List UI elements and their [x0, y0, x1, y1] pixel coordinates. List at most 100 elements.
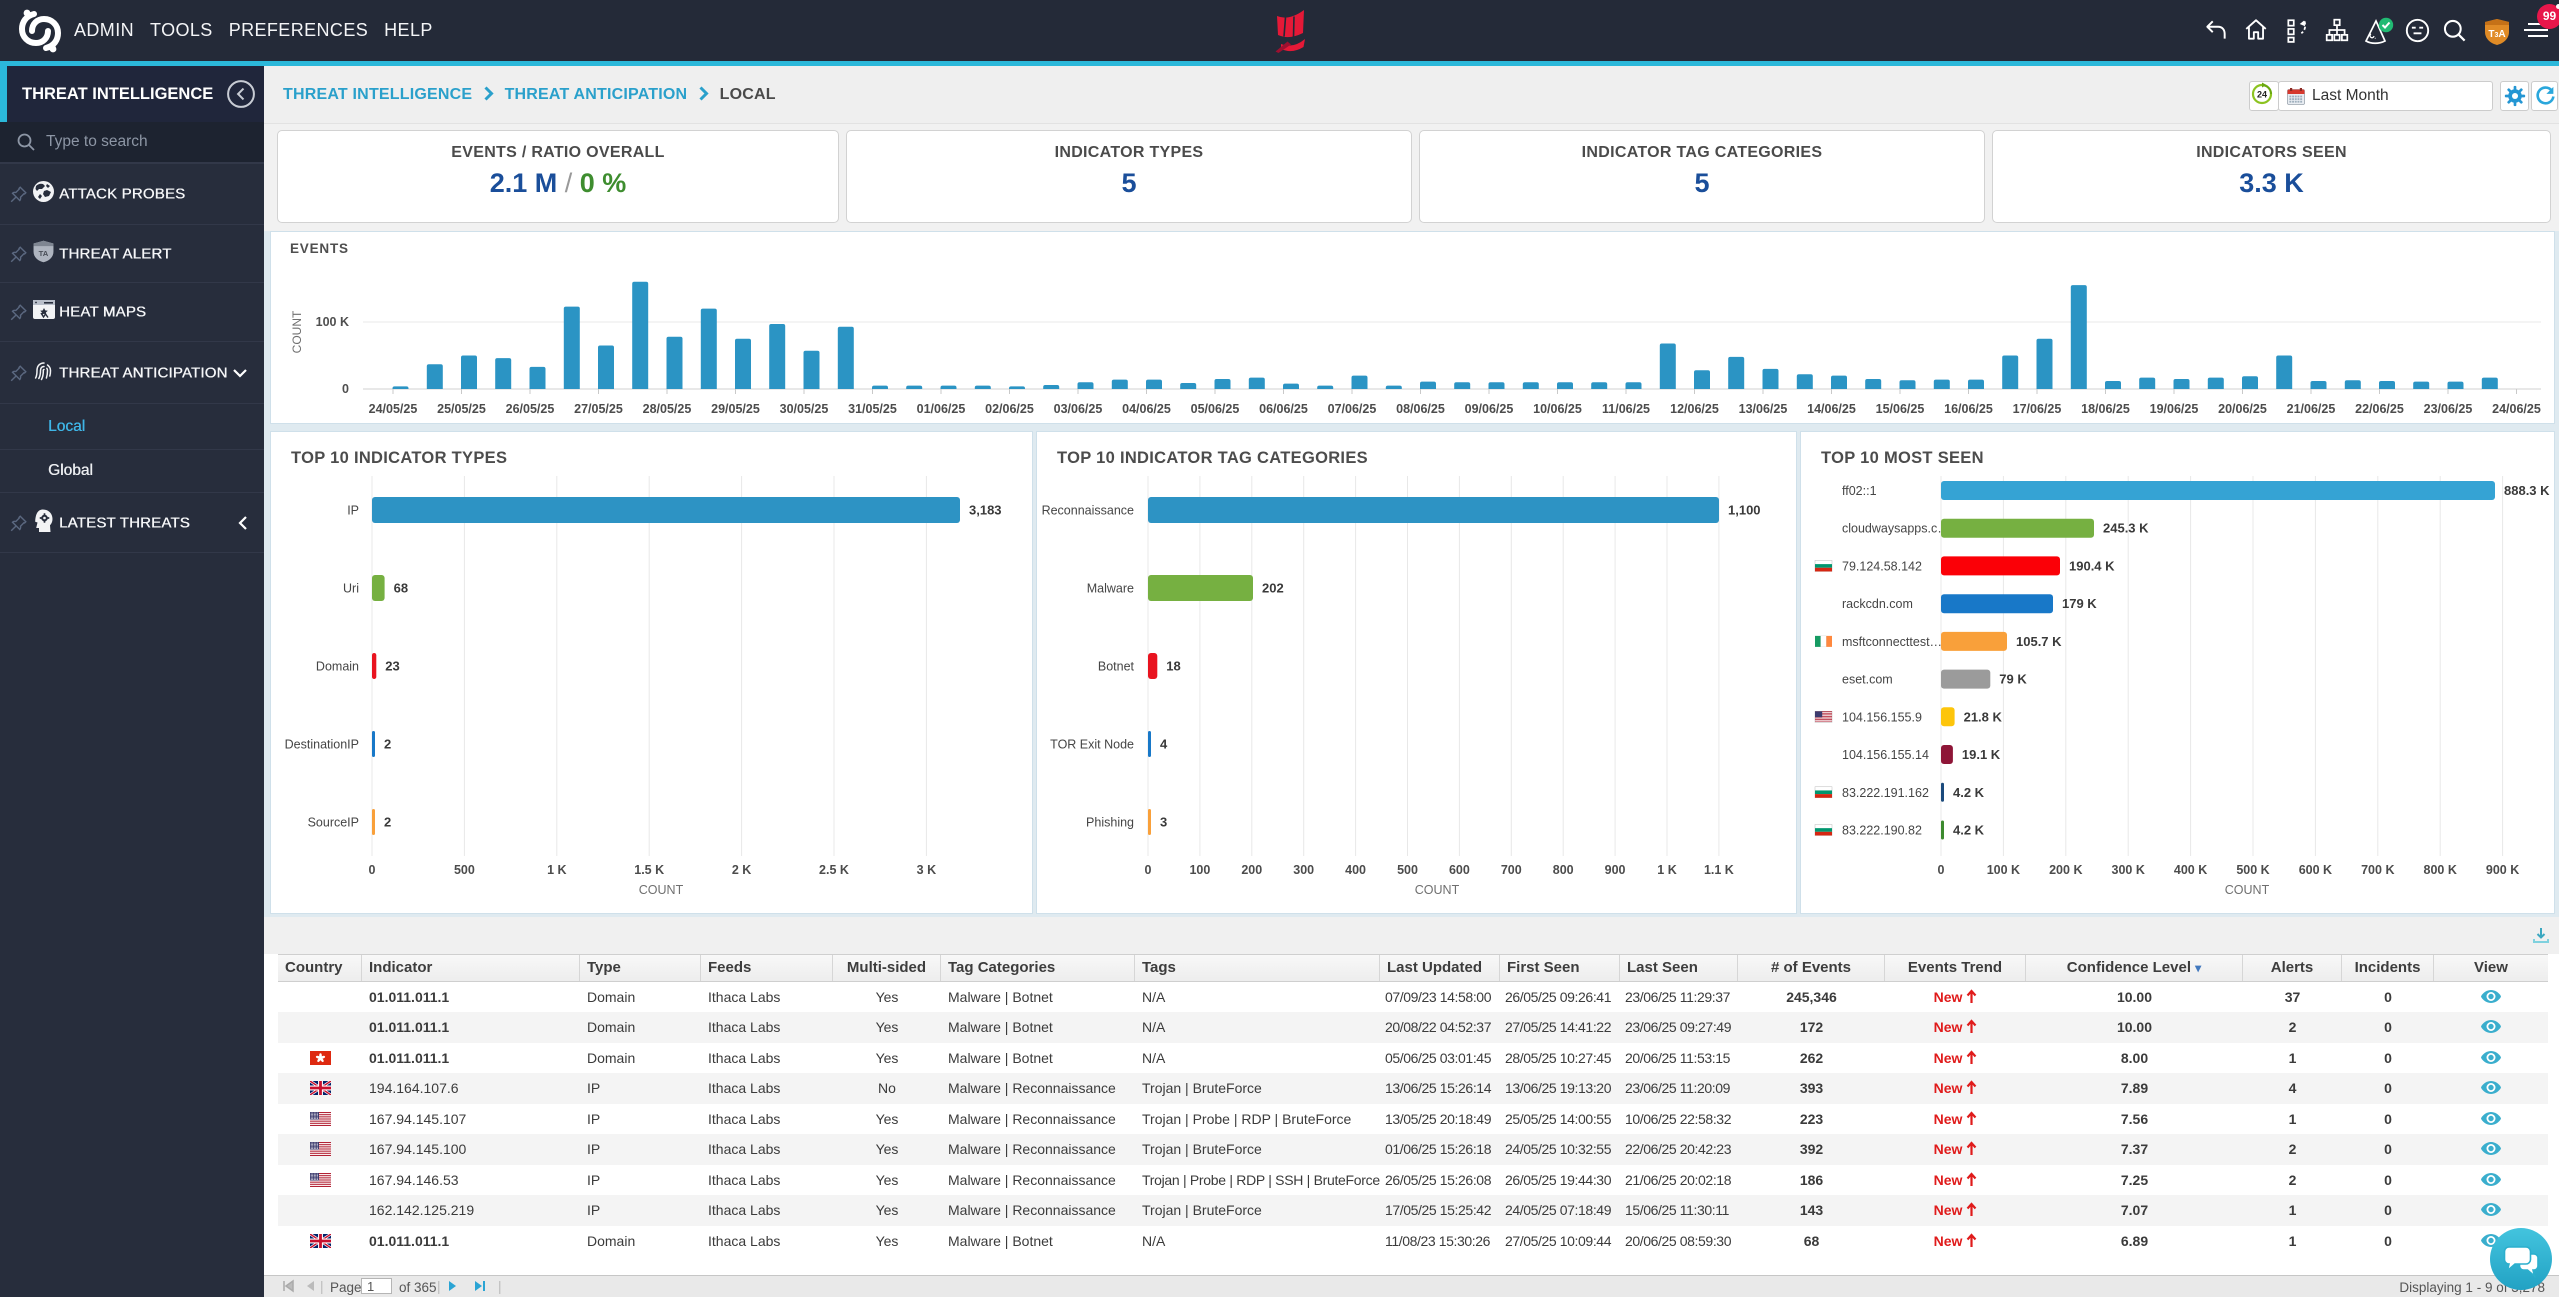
- svg-text:rackcdn.com: rackcdn.com: [1842, 597, 1913, 611]
- svg-text:83.222.190.82: 83.222.190.82: [1842, 824, 1922, 838]
- svg-text:TOR Exit Node: TOR Exit Node: [1050, 738, 1134, 752]
- svg-text:15/06/25: 15/06/25: [1876, 402, 1925, 416]
- svg-text:31/05/25: 31/05/25: [848, 402, 897, 416]
- svg-text:300 K: 300 K: [2112, 863, 2145, 877]
- svg-text:02/06/25: 02/06/25: [985, 402, 1034, 416]
- svg-text:24/06/25: 24/06/25: [2492, 402, 2541, 416]
- svg-text:4.2 K: 4.2 K: [1953, 785, 1985, 800]
- svg-text:700 K: 700 K: [2361, 863, 2394, 877]
- svg-text:104.156.155.14: 104.156.155.14: [1842, 748, 1929, 762]
- svg-text:22/06/25: 22/06/25: [2355, 402, 2404, 416]
- svg-text:202: 202: [1262, 581, 1284, 596]
- svg-text:09/06/25: 09/06/25: [1465, 402, 1514, 416]
- svg-text:19/06/25: 19/06/25: [2150, 402, 2199, 416]
- svg-text:21.8 K: 21.8 K: [1964, 709, 2003, 724]
- svg-text:eset.com: eset.com: [1842, 673, 1893, 687]
- svg-text:600 K: 600 K: [2299, 863, 2332, 877]
- svg-text:30/05/25: 30/05/25: [780, 402, 829, 416]
- svg-text:Reconnaissance: Reconnaissance: [1042, 504, 1134, 518]
- svg-text:27/05/25: 27/05/25: [574, 402, 623, 416]
- svg-text:21/06/25: 21/06/25: [2287, 402, 2336, 416]
- svg-text:16/06/25: 16/06/25: [1944, 402, 1993, 416]
- svg-text:0: 0: [1145, 863, 1152, 877]
- svg-text:COUNT: COUNT: [639, 883, 684, 897]
- svg-text:104.156.155.9: 104.156.155.9: [1842, 710, 1922, 724]
- svg-text:190.4 K: 190.4 K: [2069, 558, 2115, 573]
- svg-text:Botnet: Botnet: [1098, 660, 1135, 674]
- svg-text:COUNT: COUNT: [290, 310, 304, 353]
- svg-text:25/05/25: 25/05/25: [437, 402, 486, 416]
- svg-text:23/06/25: 23/06/25: [2424, 402, 2473, 416]
- svg-text:19.1 K: 19.1 K: [1962, 747, 2001, 762]
- svg-text:17/06/25: 17/06/25: [2013, 402, 2062, 416]
- svg-text:26/05/25: 26/05/25: [506, 402, 555, 416]
- svg-text:800 K: 800 K: [2424, 863, 2457, 877]
- svg-text:0: 0: [369, 863, 376, 877]
- svg-text:800: 800: [1553, 863, 1574, 877]
- svg-text:100: 100: [1189, 863, 1210, 877]
- svg-text:1.5 K: 1.5 K: [634, 863, 664, 877]
- svg-text:900: 900: [1605, 863, 1626, 877]
- svg-text:200: 200: [1241, 863, 1262, 877]
- svg-text:400: 400: [1345, 863, 1366, 877]
- svg-text:1 K: 1 K: [1657, 863, 1676, 877]
- svg-text:08/06/25: 08/06/25: [1396, 402, 1445, 416]
- svg-text:Phishing: Phishing: [1086, 816, 1134, 830]
- svg-text:04/06/25: 04/06/25: [1122, 402, 1171, 416]
- svg-text:07/06/25: 07/06/25: [1328, 402, 1377, 416]
- svg-text:900 K: 900 K: [2486, 863, 2519, 877]
- svg-text:200 K: 200 K: [2049, 863, 2082, 877]
- svg-text:3: 3: [1160, 815, 1167, 830]
- svg-text:0: 0: [342, 382, 349, 396]
- svg-text:SourceIP: SourceIP: [308, 816, 359, 830]
- svg-text:12/06/25: 12/06/25: [1670, 402, 1719, 416]
- svg-text:68: 68: [394, 581, 408, 596]
- svg-text:888.3 K: 888.3 K: [2504, 483, 2550, 498]
- svg-text:COUNT: COUNT: [1415, 883, 1460, 897]
- svg-text:DestinationIP: DestinationIP: [285, 738, 359, 752]
- svg-text:IP: IP: [347, 504, 359, 518]
- svg-text:03/06/25: 03/06/25: [1054, 402, 1103, 416]
- svg-text:79.124.58.142: 79.124.58.142: [1842, 559, 1922, 573]
- svg-text:105.7 K: 105.7 K: [2016, 634, 2062, 649]
- svg-text:300: 300: [1293, 863, 1314, 877]
- svg-text:2.5 K: 2.5 K: [819, 863, 849, 877]
- svg-text:3,183: 3,183: [969, 503, 1002, 518]
- svg-text:500: 500: [454, 863, 475, 877]
- svg-text:500: 500: [1397, 863, 1418, 877]
- svg-text:Domain: Domain: [316, 660, 359, 674]
- svg-text:0: 0: [1938, 863, 1945, 877]
- svg-text:400 K: 400 K: [2174, 863, 2207, 877]
- svg-text:06/06/25: 06/06/25: [1259, 402, 1308, 416]
- svg-text:Uri: Uri: [343, 582, 359, 596]
- svg-text:msftconnecttest…: msftconnecttest…: [1842, 635, 1942, 649]
- svg-text:14/06/25: 14/06/25: [1807, 402, 1856, 416]
- svg-text:100 K: 100 K: [1987, 863, 2020, 877]
- svg-text:2 K: 2 K: [732, 863, 751, 877]
- svg-text:05/06/25: 05/06/25: [1191, 402, 1240, 416]
- svg-text:cloudwaysapps.c…: cloudwaysapps.c…: [1842, 522, 1950, 536]
- svg-text:179 K: 179 K: [2062, 596, 2097, 611]
- svg-text:EVENTS: EVENTS: [290, 241, 349, 256]
- svg-text:24/05/25: 24/05/25: [369, 402, 418, 416]
- svg-text:24: 24: [2257, 90, 2267, 100]
- svg-text:245.3 K: 245.3 K: [2103, 521, 2149, 536]
- svg-text:100 K: 100 K: [316, 315, 349, 329]
- svg-text:2: 2: [384, 815, 391, 830]
- svg-text:Malware: Malware: [1087, 582, 1134, 596]
- svg-text:600: 600: [1449, 863, 1470, 877]
- svg-text:TOP 10 INDICATOR TAG CATEGORIE: TOP 10 INDICATOR TAG CATEGORIES: [1057, 449, 1368, 467]
- svg-text:79 K: 79 K: [1999, 672, 2027, 687]
- svg-text:10/06/25: 10/06/25: [1533, 402, 1582, 416]
- svg-text:01/06/25: 01/06/25: [917, 402, 966, 416]
- svg-text:20/06/25: 20/06/25: [2218, 402, 2267, 416]
- svg-text:700: 700: [1501, 863, 1522, 877]
- svg-text:11/06/25: 11/06/25: [1602, 402, 1650, 416]
- svg-text:18: 18: [1166, 659, 1180, 674]
- svg-text:1,100: 1,100: [1728, 503, 1761, 518]
- svg-text:TOP 10 INDICATOR TYPES: TOP 10 INDICATOR TYPES: [291, 449, 507, 467]
- svg-text:TOP 10 MOST SEEN: TOP 10 MOST SEEN: [1821, 449, 1984, 467]
- svg-text:28/05/25: 28/05/25: [643, 402, 692, 416]
- svg-text:TA: TA: [39, 249, 49, 258]
- svg-text:83.222.191.162: 83.222.191.162: [1842, 786, 1929, 800]
